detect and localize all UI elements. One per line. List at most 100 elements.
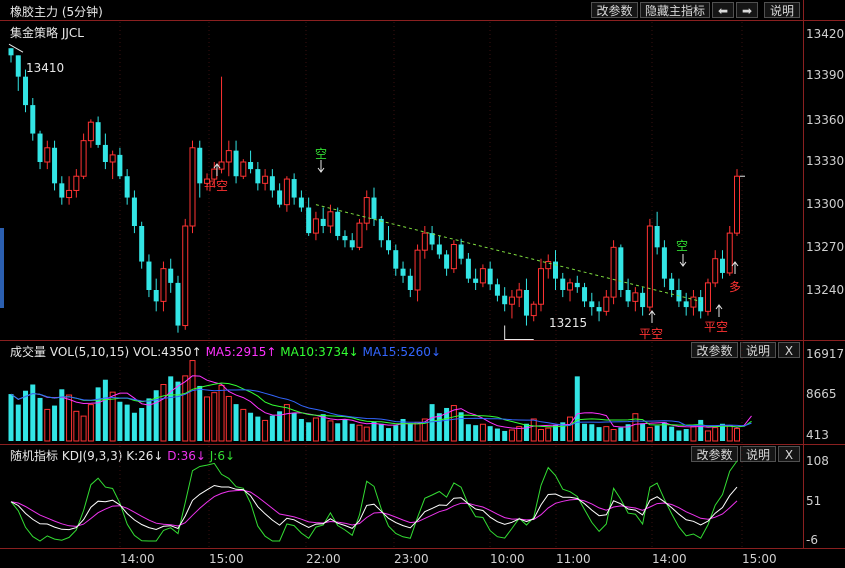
volume-bar xyxy=(233,404,239,441)
volume-bar xyxy=(349,423,355,441)
candle-body xyxy=(146,261,152,290)
candle-body xyxy=(690,296,697,308)
candle-body xyxy=(189,147,196,227)
volume-bar xyxy=(182,375,189,442)
volume-bar xyxy=(44,408,51,442)
candle-body xyxy=(277,190,283,205)
candle-body xyxy=(283,178,290,206)
time-tick: 22:00 xyxy=(306,552,341,566)
candle-body xyxy=(248,162,254,170)
low-marker xyxy=(504,325,534,341)
volume-bar xyxy=(458,412,464,441)
volume-bar xyxy=(618,427,624,441)
volume-bar xyxy=(473,425,479,441)
time-tick: 15:00 xyxy=(209,552,244,566)
candle-body xyxy=(95,122,101,145)
candle-body xyxy=(479,268,486,284)
candle-body xyxy=(153,290,159,302)
candle-body xyxy=(589,301,595,308)
kdj-d-line xyxy=(10,489,738,527)
candle-body xyxy=(661,247,667,279)
volume-bar xyxy=(139,407,145,441)
candle-body xyxy=(654,226,660,248)
candle-body xyxy=(582,287,588,302)
volume-bar xyxy=(676,430,682,441)
volume-bar xyxy=(734,428,740,442)
candle-body xyxy=(291,179,297,198)
volume-bar xyxy=(363,426,370,442)
candle-body xyxy=(124,176,130,198)
candle-body xyxy=(523,290,529,316)
candle-body xyxy=(197,147,203,184)
candle-body xyxy=(487,268,493,285)
candle-body xyxy=(516,289,523,298)
volume-bar xyxy=(654,425,660,441)
volume-bar xyxy=(683,429,689,441)
volume-bar xyxy=(160,384,167,442)
candle-body xyxy=(444,254,450,269)
kdj-j-line xyxy=(10,460,738,542)
candle-body xyxy=(632,292,639,302)
candle-body xyxy=(545,261,552,270)
candle-body xyxy=(327,211,334,227)
candle-body xyxy=(52,147,58,184)
volume-bar xyxy=(567,416,574,442)
volume-bar xyxy=(117,401,123,441)
candle-body xyxy=(363,197,370,224)
candle-body xyxy=(560,278,566,290)
candle-body xyxy=(30,105,36,134)
candle-body xyxy=(726,232,733,274)
time-tick: 10:00 xyxy=(490,552,525,566)
volume-bar xyxy=(342,419,348,441)
candle-body xyxy=(704,282,711,312)
candle-body xyxy=(465,258,471,279)
volume-bar xyxy=(704,430,711,442)
volume-bar xyxy=(262,419,269,442)
candle-body xyxy=(618,247,624,290)
volume-bar xyxy=(479,423,486,442)
volume-bar xyxy=(487,426,493,441)
volume-bar xyxy=(712,427,719,442)
volume-bar xyxy=(553,425,558,441)
volume-bar xyxy=(124,404,130,441)
volume-bar xyxy=(211,392,218,442)
volume-bar xyxy=(596,427,602,441)
volume-bar xyxy=(175,381,181,441)
volume-bar xyxy=(589,424,595,441)
volume-bar xyxy=(429,404,435,441)
volume-bar xyxy=(197,385,203,441)
candle-body xyxy=(168,268,174,283)
candle-body xyxy=(596,307,602,312)
volume-bar xyxy=(248,412,254,441)
candle-body xyxy=(80,140,87,177)
candle-body xyxy=(603,296,610,312)
candle-body xyxy=(225,150,232,163)
candle-body xyxy=(211,168,218,180)
candle-body xyxy=(66,189,73,199)
candle-body xyxy=(698,297,704,312)
time-tick: 11:00 xyxy=(556,552,591,566)
volume-bar xyxy=(95,387,101,441)
candle-body xyxy=(530,303,537,317)
candle-body xyxy=(160,268,167,302)
volume-bar xyxy=(8,394,14,441)
time-tick: 14:00 xyxy=(120,552,155,566)
volume-bar xyxy=(508,429,515,442)
candle-body xyxy=(734,175,740,234)
candle-body xyxy=(306,207,312,234)
candle-body xyxy=(109,154,116,163)
candle-body xyxy=(73,175,80,191)
candle-body xyxy=(646,225,653,308)
candle-body xyxy=(553,261,558,279)
volume-bar xyxy=(356,424,363,442)
volume-bar xyxy=(269,415,275,441)
volume-bar xyxy=(255,416,261,441)
time-tick: 14:00 xyxy=(652,552,687,566)
candle-body xyxy=(312,218,319,234)
candle-body xyxy=(117,154,123,177)
candle-body xyxy=(502,295,508,305)
candle-body xyxy=(335,211,341,236)
volume-bar xyxy=(73,410,80,442)
volume-bar xyxy=(283,404,290,442)
volume-bar xyxy=(335,423,341,441)
